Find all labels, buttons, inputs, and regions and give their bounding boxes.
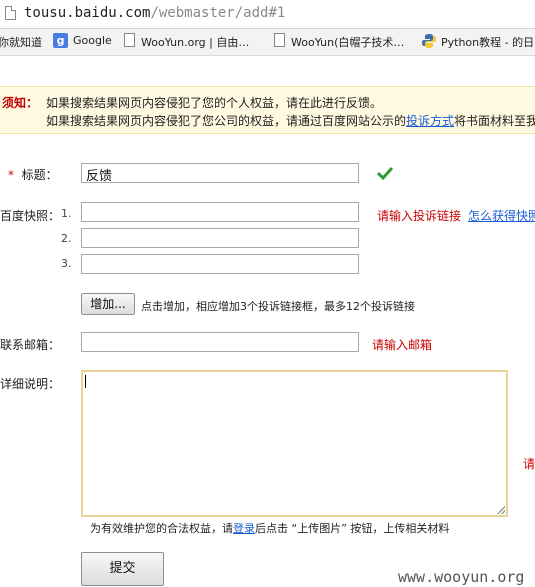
upload-note: 为有效维护您的合法权益，请登录后点击 “上传图片” 按钮，上传相关材料 — [90, 522, 450, 535]
add-links-hint: 点击增加，相应增加3个投诉链接框，最多12个投诉链接 — [141, 300, 415, 313]
bookmark-wooyun-whitehat[interactable]: WooYun(白帽子技术… — [291, 34, 404, 50]
submit-button[interactable]: 提交 — [81, 552, 164, 586]
notice-line-1: 如果搜索结果网页内容侵犯了您的个人权益，请在此进行反馈。 — [46, 96, 383, 110]
title-label: * 标题： — [8, 168, 58, 182]
notice-line-2: 如果搜索结果网页内容侵犯了您公司的权益，请通过百度网站公示的投诉方式将书面材料至… — [46, 114, 535, 128]
email-label: 联系邮箱： — [0, 338, 61, 352]
login-link[interactable]: 登录 — [233, 522, 255, 535]
resize-grip-icon[interactable] — [497, 506, 505, 514]
detail-error: 请 — [523, 457, 535, 471]
page-icon — [124, 33, 135, 47]
snapshot-help-link[interactable]: 怎么获得快照 — [468, 207, 535, 224]
bookmark-wooyun[interactable]: WooYun.org | 自由… — [141, 34, 249, 50]
snapshot-input-3[interactable] — [81, 254, 359, 274]
google-icon: g — [53, 33, 68, 48]
watermark: www.wooyun.org — [398, 568, 525, 586]
address-bar[interactable]: tousu.baidu.com/webmaster/add#1 — [0, 0, 535, 29]
python-icon — [422, 34, 436, 48]
bookmark-baidu[interactable]: 你就知道 — [0, 34, 42, 50]
bookmarks-bar: 你就知道 g Google WooYun.org | 自由… WooYun(白帽… — [0, 29, 535, 56]
detail-textarea[interactable] — [81, 370, 508, 517]
bookmark-python[interactable]: Python教程 - 的日 — [441, 34, 534, 50]
email-input[interactable] — [81, 332, 359, 352]
page-icon — [5, 6, 16, 20]
complaint-method-link[interactable]: 投诉方式 — [406, 114, 454, 128]
notice-banner: 须知： 如果搜索结果网页内容侵犯了您的个人权益，请在此进行反馈。 如果搜索结果网… — [0, 86, 535, 134]
check-icon — [377, 166, 393, 180]
title-input[interactable]: 反馈 — [81, 163, 359, 184]
detail-label: 详细说明： — [0, 377, 61, 391]
url-text[interactable]: tousu.baidu.com/webmaster/add#1 — [24, 5, 285, 21]
snapshot-input-1[interactable] — [81, 202, 359, 222]
snapshot-row-number: 3. — [61, 257, 72, 270]
snapshot-label: 百度快照： — [0, 209, 61, 223]
bookmark-google[interactable]: Google — [73, 34, 112, 47]
email-error: 请输入邮箱 — [372, 338, 433, 352]
snapshot-row-number: 2. — [61, 232, 72, 245]
snapshot-error: 请输入投诉链接 — [377, 209, 462, 223]
page-icon — [274, 33, 285, 47]
add-links-button[interactable]: 增加... — [81, 293, 135, 315]
text-caret — [85, 375, 86, 388]
notice-label: 须知： — [2, 96, 39, 110]
snapshot-input-2[interactable] — [81, 228, 359, 248]
snapshot-row-number: 1. — [61, 207, 72, 220]
